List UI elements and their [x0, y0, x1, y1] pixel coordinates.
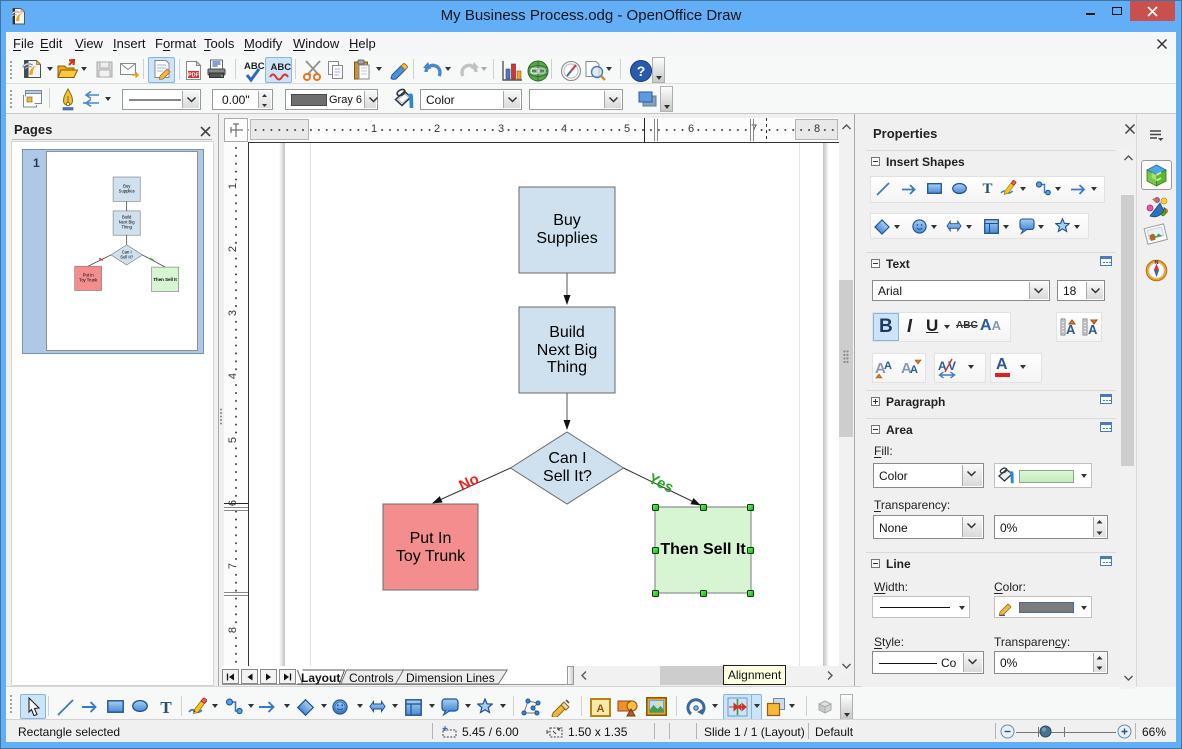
svg-text:ABC: ABC [244, 61, 265, 72]
svg-text:Supplies: Supplies [119, 189, 135, 194]
svg-text:N: N [1155, 260, 1159, 266]
svg-text:T: T [160, 698, 172, 715]
svg-text:Sell It?: Sell It? [120, 255, 133, 260]
svg-text:ABC: ABC [271, 62, 292, 73]
svg-text:A: A [597, 703, 605, 715]
svg-text:A: A [1088, 322, 1098, 337]
svg-text:V: V [948, 359, 956, 373]
svg-text:Toy Trunk: Toy Trunk [79, 278, 98, 283]
svg-text:A: A [884, 360, 892, 372]
svg-text:A: A [910, 364, 918, 376]
svg-text:PDF: PDF [188, 73, 200, 79]
svg-text:Thing: Thing [121, 225, 132, 230]
svg-text:Then Sell It: Then Sell It [153, 277, 177, 282]
svg-text:?: ? [637, 63, 646, 79]
svg-text:T: T [982, 181, 992, 195]
